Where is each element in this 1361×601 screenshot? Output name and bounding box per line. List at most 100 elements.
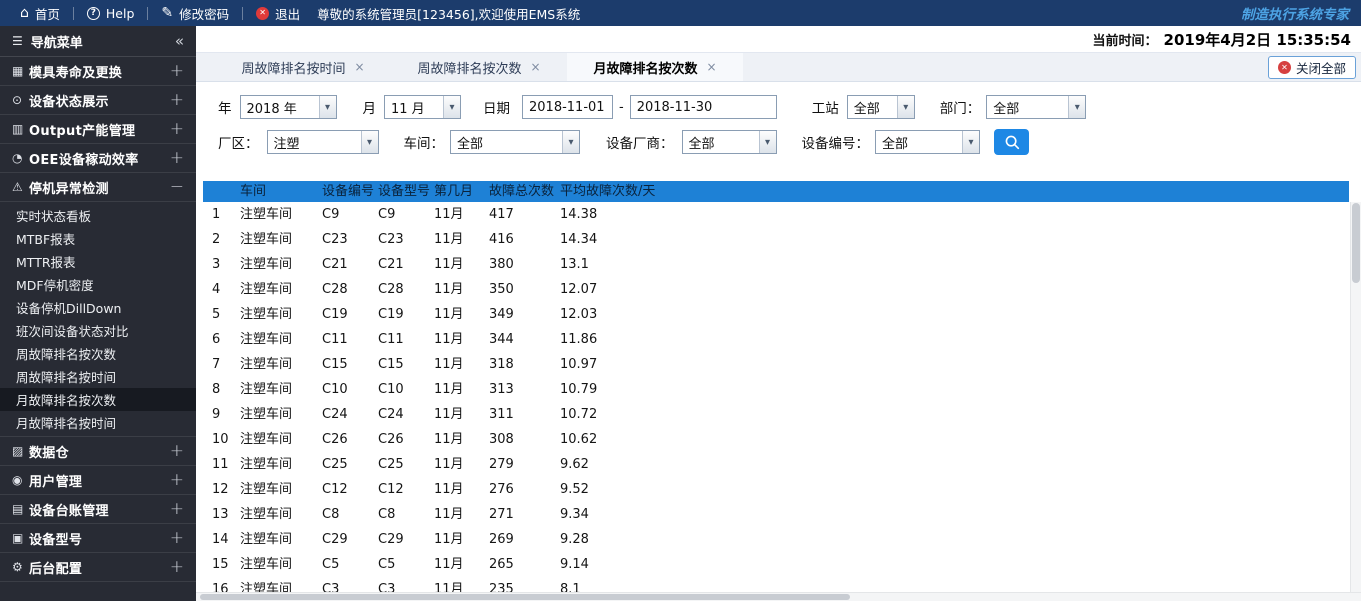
expand-plus-icon[interactable]: + xyxy=(170,149,184,167)
logout-icon: ✕ xyxy=(256,6,270,20)
expand-plus-icon[interactable]: + xyxy=(170,529,184,547)
sidebar-subitem-mdf-downtime-density[interactable]: MDF停机密度 xyxy=(0,273,196,296)
table-row[interactable]: 7 注塑车间 C15 C15 11月 318 10.97 xyxy=(203,352,1349,377)
table-cell: 308 xyxy=(489,432,514,447)
sidebar-group-equipment-ledger[interactable]: ▤ 设备台账管理 + xyxy=(0,495,196,524)
table-cell: 11月 xyxy=(434,457,464,472)
sidebar-group-user-management[interactable]: ◉ 用户管理 + xyxy=(0,466,196,495)
tab-weekly-fault-rank-by-time[interactable]: 周故障排名按时间 × xyxy=(215,53,391,81)
table-cell: C12 xyxy=(322,482,348,497)
table-row[interactable]: 13 注塑车间 C8 C8 11月 271 9.34 xyxy=(203,502,1349,527)
sidebar-group-oee-efficiency[interactable]: ◔ OEE设备稼动效率 + xyxy=(0,144,196,173)
collapse-minus-icon[interactable]: − xyxy=(170,178,184,196)
sidebar-group-mold-life-replacement[interactable]: ▦ 模具寿命及更换 + xyxy=(0,57,196,86)
vertical-scrollbar-thumb[interactable] xyxy=(1352,203,1360,283)
sidebar-subitem-weekly-fault-rank-by-count[interactable]: 周故障排名按次数 xyxy=(0,342,196,365)
sidebar-submenu: 实时状态看板 MTBF报表 MTTR报表 MDF停机密度 设备停机DillDown 班次间… xyxy=(0,202,196,437)
sidebar-subitem-shift-equipment-status-compare[interactable]: 班次间设备状态对比 xyxy=(0,319,196,342)
sidebar-subitem-weekly-fault-rank-by-time[interactable]: 周故障排名按时间 xyxy=(0,365,196,388)
sidebar-group-label: 用户管理 xyxy=(29,474,83,490)
table-row[interactable]: 3 注塑车间 C21 C21 11月 380 13.1 xyxy=(203,252,1349,277)
table-row[interactable]: 15 注塑车间 C5 C5 11月 265 9.14 xyxy=(203,552,1349,577)
close-all-tabs-button[interactable]: ✕ 关闭全部 xyxy=(1267,56,1356,79)
expand-plus-icon[interactable]: + xyxy=(170,120,184,138)
search-button[interactable] xyxy=(994,129,1029,155)
horizontal-scrollbar[interactable] xyxy=(196,592,1361,601)
table-row[interactable]: 14 注塑车间 C29 C29 11月 269 9.28 xyxy=(203,527,1349,552)
sidebar-menu: ▦ 模具寿命及更换 + ⊙ 设备状态展示 + ▥ Output产能管理 + ◔ OEE设备稼动效率 +… xyxy=(0,57,196,582)
sidebar-group-label: 数据仓 xyxy=(29,445,69,461)
logout-button[interactable]: ✕ 退出 xyxy=(243,0,313,26)
table-row[interactable]: 10 注塑车间 C26 C26 11月 308 10.62 xyxy=(203,427,1349,452)
expand-plus-icon[interactable]: + xyxy=(170,62,184,80)
table-cell: 11月 xyxy=(434,332,464,347)
sidebar-subitem-monthly-fault-rank-by-count[interactable]: 月故障排名按次数 xyxy=(0,388,196,411)
sidebar-group-output-capacity[interactable]: ▥ Output产能管理 + xyxy=(0,115,196,144)
table-cell: 11.86 xyxy=(560,332,598,347)
table-row[interactable]: 8 注塑车间 C10 C10 11月 313 10.79 xyxy=(203,377,1349,402)
table-cell: 11月 xyxy=(434,232,464,247)
date-to-input[interactable] xyxy=(629,95,777,119)
sidebar-collapse-icon[interactable]: « xyxy=(175,32,184,50)
home-button[interactable]: ⌂ 首页 xyxy=(7,0,73,26)
sidebar-group-backend-config[interactable]: ⚙ 后台配置 + xyxy=(0,553,196,582)
close-tab-icon[interactable]: × xyxy=(706,60,716,74)
workshop-select[interactable]: 全部 ▾ xyxy=(450,130,580,154)
column-header: 设备编号 xyxy=(322,184,375,199)
help-button[interactable]: ? Help xyxy=(74,0,148,26)
sidebar-subitem-mtbf-report[interactable]: MTBF报表 xyxy=(0,227,196,250)
chevron-down-icon: ▾ xyxy=(896,96,914,118)
close-tab-icon[interactable]: × xyxy=(354,60,364,74)
table-cell: 2 xyxy=(212,232,221,247)
table-row[interactable]: 12 注塑车间 C12 C12 11月 276 9.52 xyxy=(203,477,1349,502)
sidebar-header: ☰ 导航菜单 « xyxy=(0,26,196,57)
tab-weekly-fault-rank-by-count[interactable]: 周故障排名按次数 × xyxy=(391,53,567,81)
expand-plus-icon[interactable]: + xyxy=(170,91,184,109)
table-row[interactable]: 4 注塑车间 C28 C28 11月 350 12.07 xyxy=(203,277,1349,302)
factory-select[interactable]: 注塑 ▾ xyxy=(266,130,379,154)
sidebar-subitem-mttr-report[interactable]: MTTR报表 xyxy=(0,250,196,273)
change-password-label: 修改密码 xyxy=(179,6,230,22)
expand-plus-icon[interactable]: + xyxy=(170,442,184,460)
tab-monthly-fault-rank-by-count[interactable]: 月故障排名按次数 × xyxy=(567,53,743,81)
table-row[interactable]: 5 注塑车间 C19 C19 11月 349 12.03 xyxy=(203,302,1349,327)
vendor-select[interactable]: 全部 ▾ xyxy=(681,130,777,154)
table-cell: 265 xyxy=(489,557,514,572)
horizontal-scrollbar-thumb[interactable] xyxy=(200,594,850,600)
station-select[interactable]: 全部 ▾ xyxy=(846,95,915,119)
help-label: Help xyxy=(105,5,135,21)
table-cell: C19 xyxy=(378,307,404,322)
table-row[interactable]: 9 注塑车间 C24 C24 11月 311 10.72 xyxy=(203,402,1349,427)
sidebar-subitem-monthly-fault-rank-by-time[interactable]: 月故障排名按时间 xyxy=(0,411,196,434)
table-row[interactable]: 1 注塑车间 C9 C9 11月 417 14.38 xyxy=(203,202,1349,227)
table-cell: 5 xyxy=(212,307,221,322)
expand-plus-icon[interactable]: + xyxy=(170,558,184,576)
year-select[interactable]: 2018 年 ▾ xyxy=(239,95,337,119)
date-from-input[interactable] xyxy=(522,95,613,119)
sidebar-subitem-realtime-status-board[interactable]: 实时状态看板 xyxy=(0,204,196,227)
change-password-button[interactable]: ✎ 修改密码 xyxy=(148,0,242,26)
table-row[interactable]: 6 注塑车间 C11 C11 11月 344 11.86 xyxy=(203,327,1349,352)
month-select[interactable]: 11 月 ▾ xyxy=(384,95,461,119)
fault-rank-table: 车间 设备编号 设备型号 第几月 故障总次数 平均故障次数/天 1 注塑车间 C9 C9 11月 4… xyxy=(203,181,1349,601)
close-all-label: 关闭全部 xyxy=(1295,61,1346,76)
sidebar-group-equipment-status-display[interactable]: ⊙ 设备状态展示 + xyxy=(0,86,196,115)
table-row[interactable]: 2 注塑车间 C23 C23 11月 416 14.34 xyxy=(203,227,1349,252)
date-range-separator: - xyxy=(619,99,624,115)
sidebar-group-label: 设备状态展示 xyxy=(29,94,109,110)
sidebar-group-downtime-anomaly-detection[interactable]: ⚠ 停机异常检测 − xyxy=(0,173,196,202)
table-cell: C23 xyxy=(322,232,348,247)
table-row[interactable]: 11 注塑车间 C25 C25 11月 279 9.62 xyxy=(203,452,1349,477)
sidebar-group-equipment-model[interactable]: ▣ 设备型号 + xyxy=(0,524,196,553)
device-number-select[interactable]: 全部 ▾ xyxy=(875,130,980,154)
vertical-scrollbar[interactable] xyxy=(1350,202,1361,592)
tab-label: 周故障排名按次数 xyxy=(417,61,522,77)
department-select[interactable]: 全部 ▾ xyxy=(986,95,1087,119)
table-cell: 10.72 xyxy=(560,407,598,422)
table-cell: 11月 xyxy=(434,357,464,372)
sidebar-subitem-equipment-downtime-drilldown[interactable]: 设备停机DillDown xyxy=(0,296,196,319)
expand-plus-icon[interactable]: + xyxy=(170,500,184,518)
close-tab-icon[interactable]: × xyxy=(530,60,540,74)
sidebar-group-data-warehouse[interactable]: ▨ 数据仓 + xyxy=(0,437,196,466)
expand-plus-icon[interactable]: + xyxy=(170,471,184,489)
